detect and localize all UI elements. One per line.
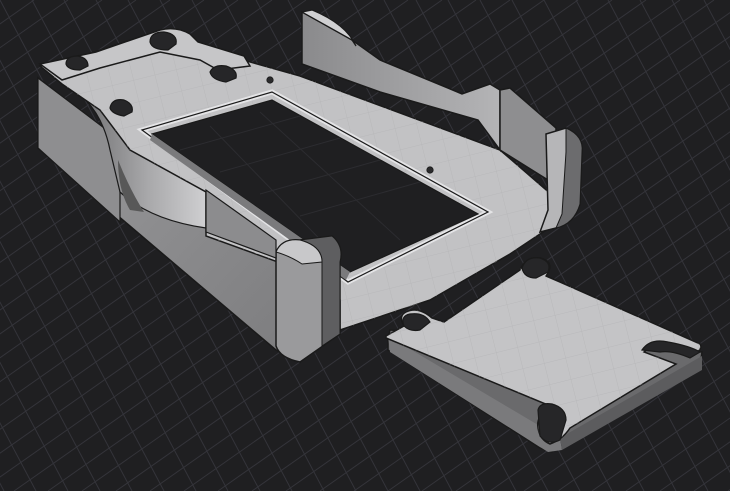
pin-hole-right — [426, 166, 434, 174]
floor-grid-line — [703, 0, 730, 51]
pin-hole-top — [266, 76, 274, 84]
tab-slot-back-1 — [149, 31, 177, 51]
floor-grid-line — [639, 0, 730, 172]
floor-grid-line — [693, 465, 730, 491]
tab-slot-back-2 — [65, 55, 89, 71]
front-corner-post[interactable] — [275, 235, 342, 363]
viewport-canvas[interactable] — [0, 0, 730, 491]
3d-viewport[interactable] — [0, 0, 730, 491]
